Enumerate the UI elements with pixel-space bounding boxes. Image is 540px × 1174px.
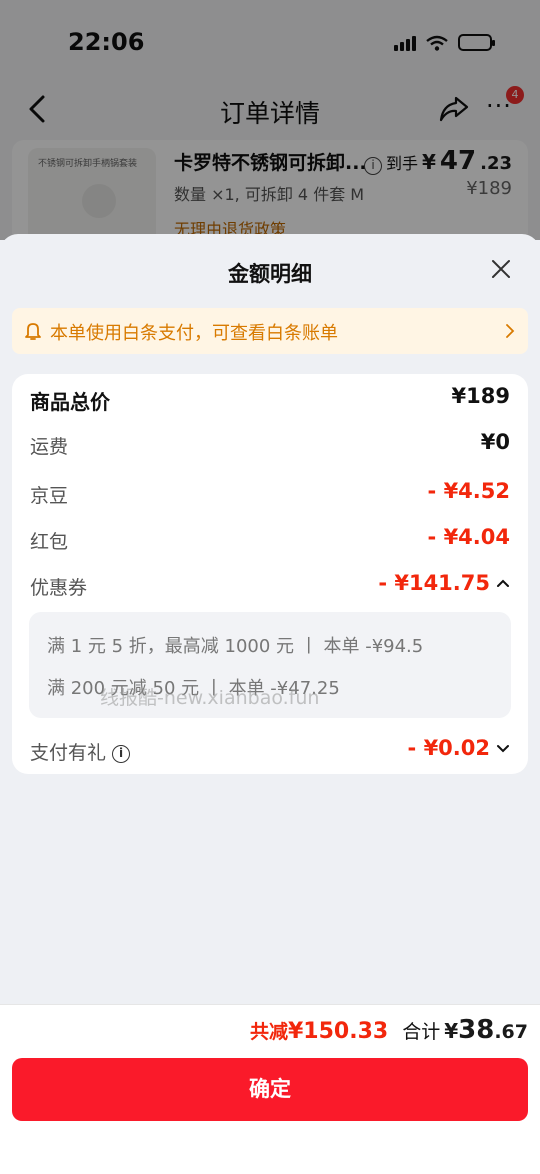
row-label: 京豆: [30, 485, 69, 507]
row-coupon[interactable]: 优惠券 - ¥141.75: [12, 569, 528, 603]
footer-bar: 共减 ¥150.33 合计 ¥38.67 确定: [0, 1004, 540, 1174]
confirm-button[interactable]: 确定: [12, 1058, 528, 1121]
close-icon[interactable]: [490, 258, 512, 280]
row-label: 红包: [30, 531, 69, 553]
row-value: - ¥4.52: [427, 479, 510, 503]
bell-icon: [25, 323, 41, 340]
row-value: ¥189: [451, 384, 510, 408]
sheet-title: 金额明细: [228, 262, 312, 286]
total-summary: 共减 ¥150.33 合计 ¥38.67: [249, 1015, 528, 1045]
chevron-right-icon: [506, 324, 515, 338]
baitiao-notice[interactable]: 本单使用白条支付，可查看白条账单: [12, 308, 528, 354]
sheet-header: 金额明细: [0, 234, 540, 306]
row-label: 优惠券: [30, 577, 88, 599]
row-value: - ¥0.02: [408, 736, 510, 760]
row-goods-total: 商品总价 ¥189: [12, 382, 528, 416]
chevron-down-icon[interactable]: [496, 743, 510, 753]
row-label: 商品总价: [30, 390, 110, 414]
total-reduction: ¥150.33: [288, 1019, 389, 1044]
watermark: 线报酷-new.xianbao.fun: [100, 687, 320, 709]
row-label: 运费: [30, 436, 69, 458]
row-label: 支付有礼 i: [30, 738, 131, 765]
row-value: ¥0: [480, 430, 510, 454]
info-icon[interactable]: i: [112, 745, 131, 763]
row-redpacket: 红包 - ¥4.04: [12, 523, 528, 557]
chevron-up-icon[interactable]: [496, 578, 510, 588]
row-jingdou: 京豆 - ¥4.52: [12, 477, 528, 511]
coupon-line: 满 1 元 5 折，最高减 1000 元 丨 本单 -¥94.5: [47, 636, 424, 657]
row-value: - ¥4.04: [427, 525, 510, 549]
total-amount: 38: [458, 1015, 495, 1045]
row-pay-gift[interactable]: 支付有礼 i - ¥0.02: [12, 734, 528, 768]
amount-detail-card: 商品总价 ¥189 运费 ¥0 京豆 - ¥4.52 红包 - ¥4.04 优惠…: [12, 374, 528, 774]
notice-text: 本单使用白条支付，可查看白条账单: [50, 323, 338, 344]
dim-overlay[interactable]: [0, 0, 540, 240]
row-shipping: 运费 ¥0: [12, 428, 528, 462]
row-value: - ¥141.75: [378, 571, 510, 595]
